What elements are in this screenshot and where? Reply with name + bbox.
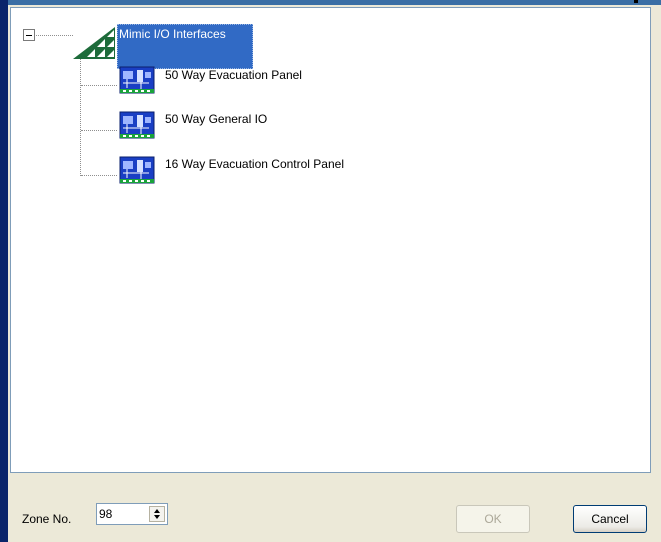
tree-connector	[81, 130, 117, 131]
tree-connector	[81, 175, 117, 176]
tree-connector	[81, 85, 117, 86]
green-triangle-network-icon	[73, 27, 115, 59]
cancel-button[interactable]: Cancel	[573, 505, 647, 533]
window-top-border	[0, 0, 661, 5]
tree-node-label[interactable]: 16 Way Evacuation Control Panel	[165, 157, 344, 171]
spin-up-icon[interactable]	[154, 509, 160, 513]
zone-label: Zone No.	[22, 512, 72, 526]
spin-button[interactable]	[149, 506, 165, 522]
tree-node-label[interactable]: 50 Way Evacuation Panel	[165, 68, 302, 82]
window-right-edge	[655, 5, 661, 542]
zone-number-input[interactable]	[99, 507, 145, 521]
zone-number-spinner[interactable]	[96, 503, 168, 525]
circuit-board-icon	[119, 111, 155, 139]
tree-view[interactable]: Mimic I/O Interfaces 50 Way Evacuation P…	[10, 7, 651, 473]
circuit-board-icon	[119, 156, 155, 184]
spin-down-icon[interactable]	[154, 515, 160, 519]
tree-root-label[interactable]: Mimic I/O Interfaces	[117, 24, 253, 69]
tree-node-label[interactable]: 50 Way General IO	[165, 112, 267, 126]
collapse-toggle-icon[interactable]	[23, 29, 35, 41]
ok-button[interactable]: OK	[456, 505, 530, 533]
window-left-border	[0, 0, 8, 542]
corner-mark	[634, 0, 638, 3]
tree-connector	[36, 35, 73, 36]
tree-connector	[80, 58, 81, 176]
circuit-board-icon	[119, 66, 155, 94]
